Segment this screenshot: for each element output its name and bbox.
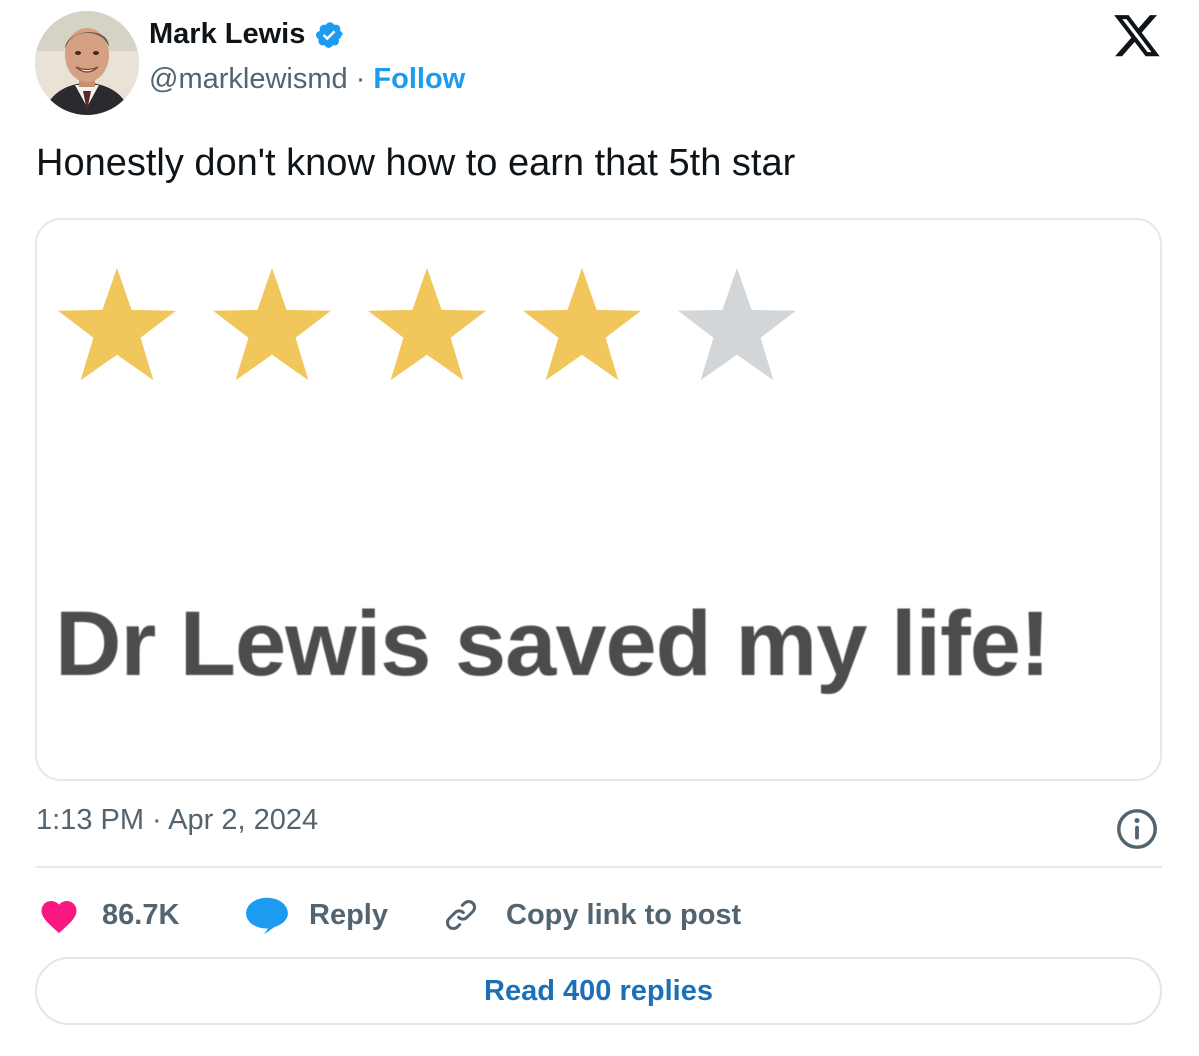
reply-button[interactable]: Reply — [243, 893, 388, 937]
speech-bubble-icon — [243, 895, 291, 935]
copy-link-button[interactable]: Copy link to post — [440, 893, 741, 937]
like-count: 86.7K — [102, 898, 180, 931]
star-icon — [58, 268, 176, 381]
author-handle[interactable]: @marklewismd — [149, 63, 348, 95]
x-logo-icon[interactable] — [1112, 14, 1162, 60]
star-icon — [523, 268, 641, 381]
avatar[interactable] — [35, 11, 139, 115]
author-name-row[interactable]: Mark Lewis — [149, 18, 345, 51]
divider — [36, 866, 1162, 868]
handle-row: @marklewismd · Follow — [149, 63, 465, 96]
star-icon — [368, 268, 486, 381]
handle-separator: · — [355, 63, 366, 95]
like-button[interactable]: 86.7K — [38, 893, 179, 937]
tweet-text: Honestly don't know how to earn that 5th… — [36, 142, 796, 184]
info-icon[interactable] — [1114, 806, 1160, 852]
tweet-media-image[interactable]: Dr Lewis saved my life! — [35, 218, 1162, 781]
copy-link-label: Copy link to post — [506, 898, 742, 931]
link-icon — [440, 895, 482, 935]
review-text: Dr Lewis saved my life! — [55, 593, 1051, 695]
author-name[interactable]: Mark Lewis — [149, 18, 305, 51]
tweet-timestamp[interactable]: 1:13 PM · Apr 2, 2024 — [36, 804, 318, 837]
heart-icon — [38, 895, 80, 935]
reply-label: Reply — [309, 898, 388, 931]
follow-button[interactable]: Follow — [373, 63, 465, 95]
read-replies-button[interactable]: Read 400 replies — [35, 957, 1162, 1025]
star-rating — [58, 268, 796, 381]
tweet-embed-card: Mark Lewis @marklewismd · Follow Honestl… — [0, 0, 1199, 1056]
star-icon — [213, 268, 331, 381]
verified-badge-icon — [315, 20, 345, 50]
star-icon — [678, 268, 796, 381]
